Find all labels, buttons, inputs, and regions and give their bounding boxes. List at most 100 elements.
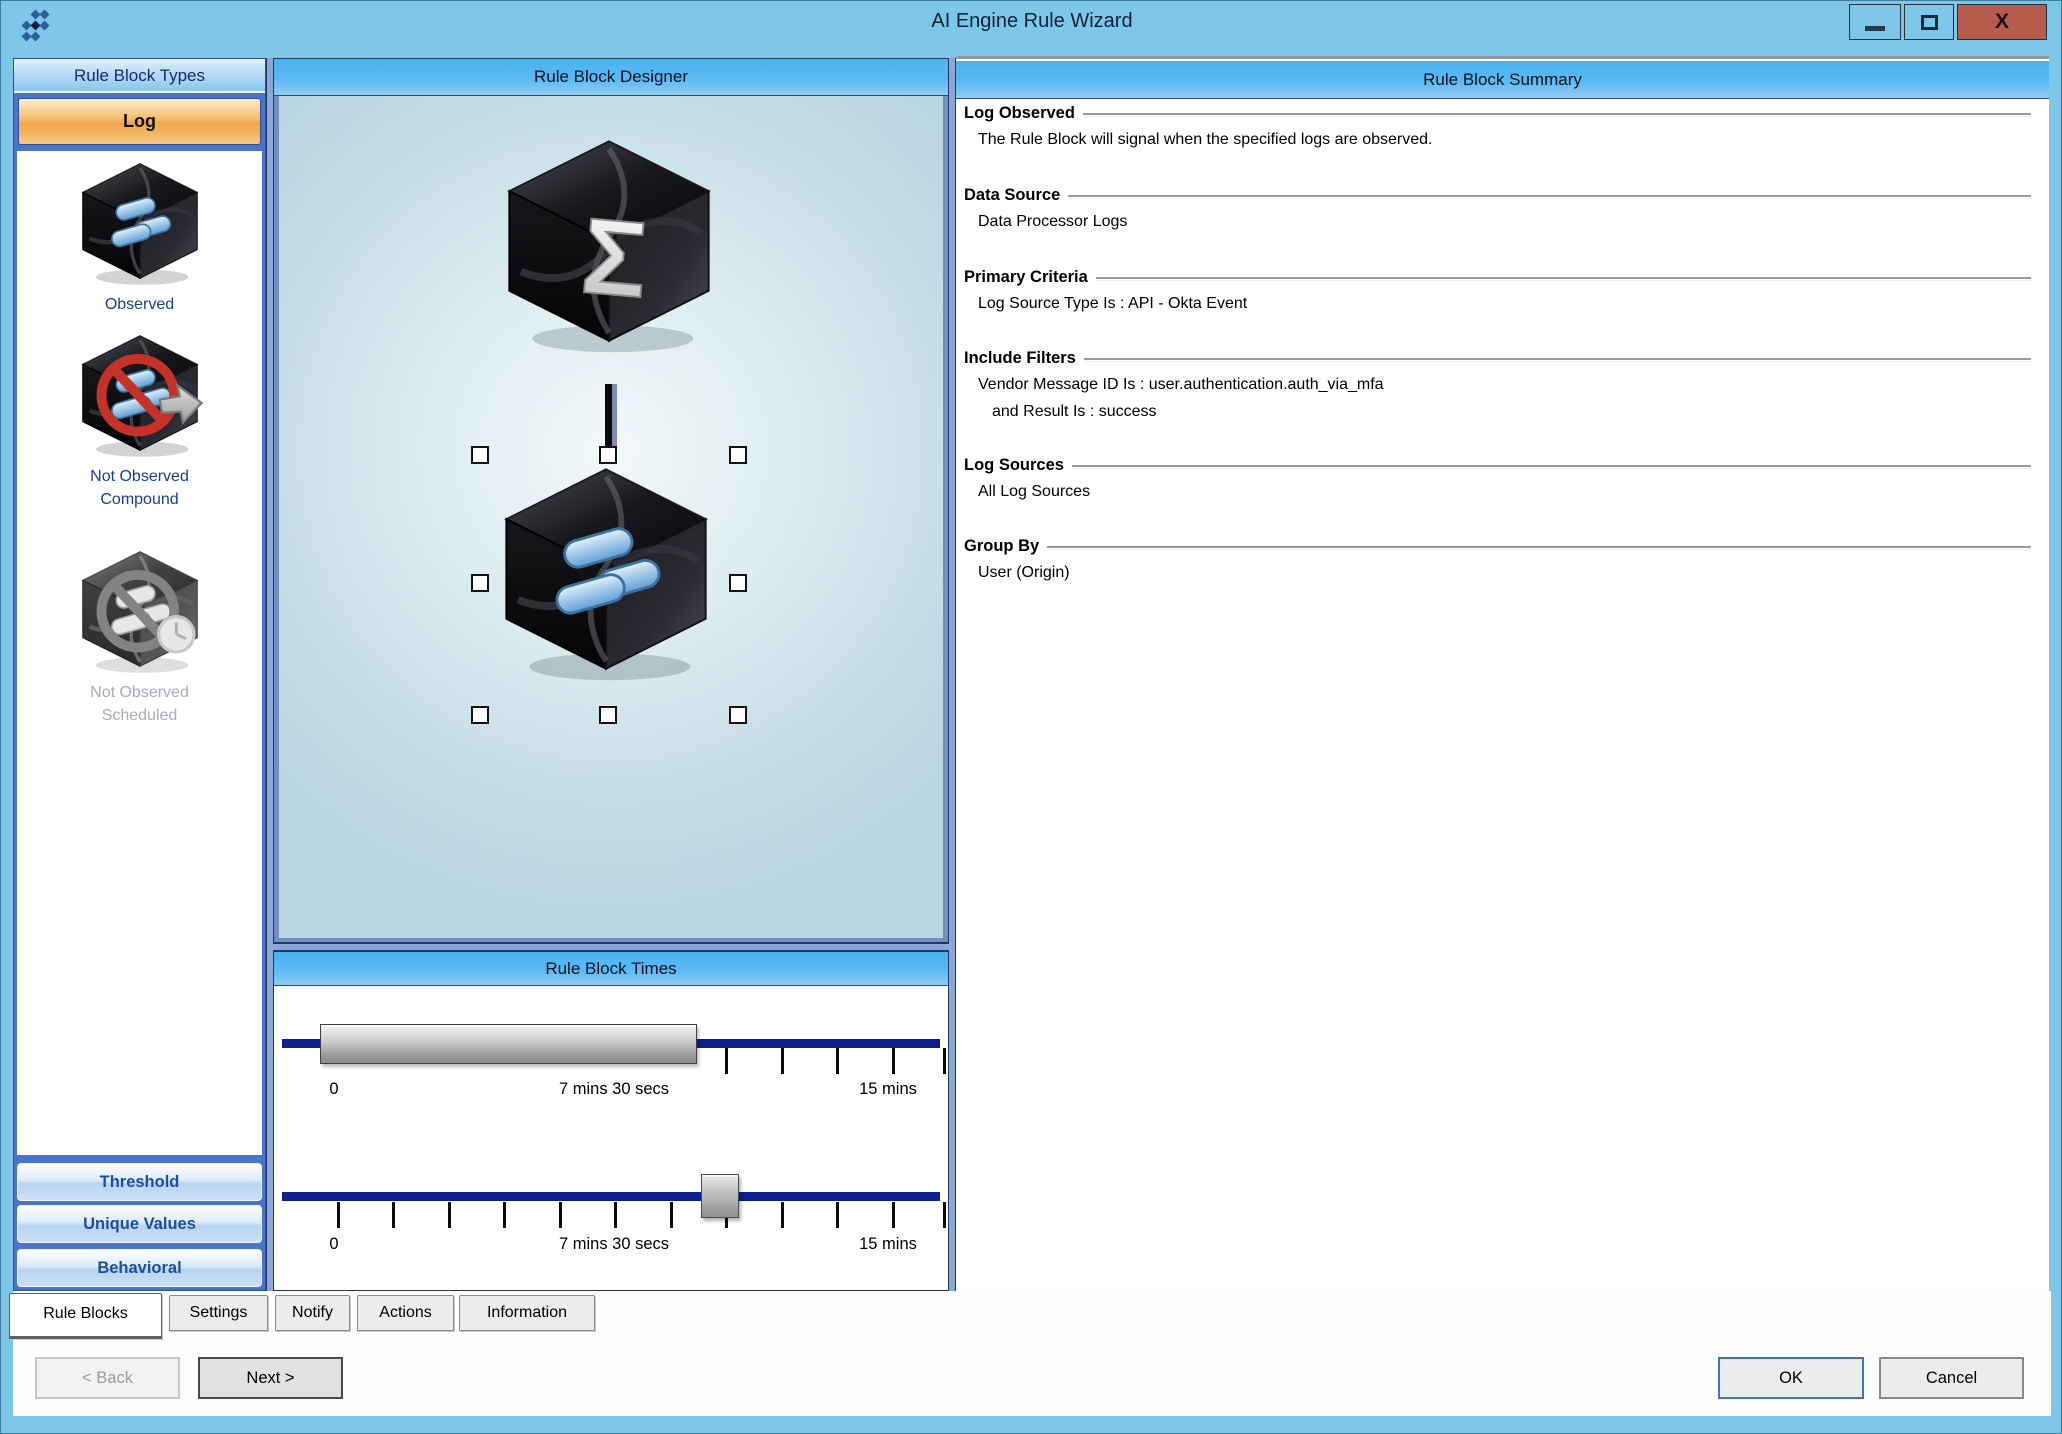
- selection-handle[interactable]: [471, 574, 489, 592]
- section-line: All Log Sources: [978, 483, 2031, 501]
- close-button[interactable]: X: [1957, 4, 2047, 40]
- type-item-not-observed-scheduled: Not Observed Scheduled: [17, 543, 262, 727]
- observed-cube-icon: [71, 155, 209, 287]
- section-title-group-by: Group By: [964, 537, 2031, 556]
- section-rule: [1072, 465, 2031, 469]
- rule-block-types-list: Observed Not Observed Compound Not Obser…: [17, 151, 262, 1155]
- maximize-button[interactable]: [1904, 4, 1954, 40]
- section-line: Data Processor Logs: [978, 213, 2031, 231]
- slider-1-label-mid: 7 mins 30 secs: [514, 1080, 714, 1099]
- selection-handle[interactable]: [729, 706, 747, 724]
- type-item-label: Observed: [17, 293, 262, 316]
- category-behavioral-button[interactable]: Behavioral: [17, 1249, 262, 1287]
- slider-tick: [781, 1202, 784, 1228]
- section-line: and Result Is : success: [992, 403, 2031, 421]
- selection-handle[interactable]: [471, 706, 489, 724]
- section-rule: [1084, 358, 2031, 362]
- section-title-primary-criteria: Primary Criteria: [964, 268, 2031, 287]
- slider-tick: [892, 1048, 895, 1074]
- slider-tick: [836, 1202, 839, 1228]
- time-slider-1-range-bar[interactable]: [320, 1024, 697, 1064]
- section-line: Log Source Type Is : API - Okta Event: [978, 295, 2031, 313]
- selection-handle[interactable]: [729, 574, 747, 592]
- next-button[interactable]: Next >: [198, 1357, 343, 1399]
- slider-tick: [392, 1202, 395, 1228]
- sigma-rule-block-cube[interactable]: Σ: [494, 126, 724, 356]
- rule-block-summary-panel: Rule Block Summary Log Observed The Rule…: [956, 56, 2049, 1336]
- rule-block-types-header: Rule Block Types: [14, 59, 265, 93]
- slider-2-label-min: 0: [304, 1235, 364, 1254]
- category-unique-values-button[interactable]: Unique Values: [17, 1205, 262, 1243]
- rule-block-designer-panel: Rule Block Designer Σ: [273, 58, 949, 943]
- divider-designer-times: [273, 943, 949, 951]
- section-rule: [1096, 277, 2031, 281]
- rule-block-designer-header: Rule Block Designer: [274, 59, 948, 96]
- rule-block-summary-body: Log Observed The Rule Block will signal …: [956, 99, 2049, 1336]
- category-threshold-button[interactable]: Threshold: [17, 1163, 262, 1201]
- ai-engine-rule-wizard-window: AI Engine Rule Wizard X Rule Block Types…: [0, 0, 2062, 1434]
- minimize-button[interactable]: [1849, 4, 1901, 40]
- tab-notify[interactable]: Notify: [275, 1295, 350, 1331]
- type-item-observed[interactable]: Observed: [17, 155, 262, 316]
- section-line: Vendor Message ID Is : user.authenticati…: [978, 376, 2031, 394]
- maximize-icon: [1921, 15, 1938, 30]
- back-button: < Back: [35, 1357, 180, 1399]
- section-rule: [1083, 113, 2031, 117]
- designer-canvas[interactable]: Σ: [279, 96, 943, 938]
- type-item-label: Not Observed Scheduled: [55, 681, 225, 727]
- slider-tick: [943, 1202, 946, 1228]
- slider-2-label-max: 15 mins: [828, 1235, 948, 1254]
- not-observed-scheduled-cube-icon: [71, 543, 209, 675]
- selection-handle[interactable]: [599, 706, 617, 724]
- wizard-tabs: Rule Blocks Settings Notify Actions Info…: [13, 1291, 2051, 1336]
- rule-block-summary-header: Rule Block Summary: [956, 61, 2049, 99]
- slider-tick: [337, 1202, 340, 1228]
- rule-block-times-header: Rule Block Times: [274, 952, 948, 986]
- titlebar: AI Engine Rule Wizard X: [1, 1, 2062, 45]
- time-slider-2-thumb[interactable]: [701, 1174, 739, 1218]
- selection-handle[interactable]: [599, 446, 617, 464]
- slider-tick: [503, 1202, 506, 1228]
- window-title: AI Engine Rule Wizard: [1, 10, 2062, 33]
- slider-tick: [670, 1202, 673, 1228]
- section-line: User (Origin): [978, 564, 2031, 582]
- category-log-button[interactable]: Log: [18, 98, 261, 145]
- slider-tick: [614, 1202, 617, 1228]
- rule-block-times-panel: Rule Block Times 0 7 mins 30 secs 15 min…: [273, 951, 949, 1291]
- ok-button[interactable]: OK: [1718, 1357, 1864, 1399]
- cancel-button[interactable]: Cancel: [1879, 1357, 2024, 1399]
- slider-1-label-max: 15 mins: [828, 1080, 948, 1099]
- slider-tick: [781, 1048, 784, 1074]
- slider-tick: [725, 1048, 728, 1074]
- close-icon: X: [1995, 10, 2009, 34]
- slider-2-label-mid: 7 mins 30 secs: [514, 1235, 714, 1254]
- slider-tick: [836, 1048, 839, 1074]
- tab-actions[interactable]: Actions: [357, 1295, 454, 1331]
- section-title-data-source: Data Source: [964, 186, 2031, 205]
- time-slider-2-track[interactable]: [282, 1192, 940, 1201]
- section-title-log-sources: Log Sources: [964, 456, 2031, 475]
- sigma-glyph: Σ: [577, 195, 652, 320]
- slider-1-label-min: 0: [304, 1080, 364, 1099]
- tab-information[interactable]: Information: [459, 1295, 595, 1331]
- section-line: The Rule Block will signal when the spec…: [978, 131, 2031, 149]
- section-rule: [1047, 546, 2031, 550]
- slider-tick: [559, 1202, 562, 1228]
- minimize-icon: [1865, 26, 1885, 31]
- tab-settings[interactable]: Settings: [169, 1295, 268, 1331]
- slider-tick: [892, 1202, 895, 1228]
- slider-tick: [448, 1202, 451, 1228]
- type-item-not-observed-compound[interactable]: Not Observed Compound: [17, 327, 262, 511]
- divider-right: [948, 58, 956, 1336]
- selection-handle[interactable]: [729, 446, 747, 464]
- section-rule: [1068, 195, 2031, 199]
- section-title-log-observed: Log Observed: [964, 104, 2031, 123]
- bottom-button-bar: < Back Next > OK Cancel: [13, 1336, 2051, 1416]
- tab-rule-blocks[interactable]: Rule Blocks: [9, 1293, 162, 1339]
- slider-tick: [943, 1048, 946, 1074]
- selection-handle[interactable]: [471, 446, 489, 464]
- selected-log-rule-block-cube[interactable]: [491, 454, 721, 684]
- type-item-label: Not Observed Compound: [55, 465, 225, 511]
- not-observed-compound-cube-icon: [71, 327, 209, 459]
- section-title-include-filters: Include Filters: [964, 349, 2031, 368]
